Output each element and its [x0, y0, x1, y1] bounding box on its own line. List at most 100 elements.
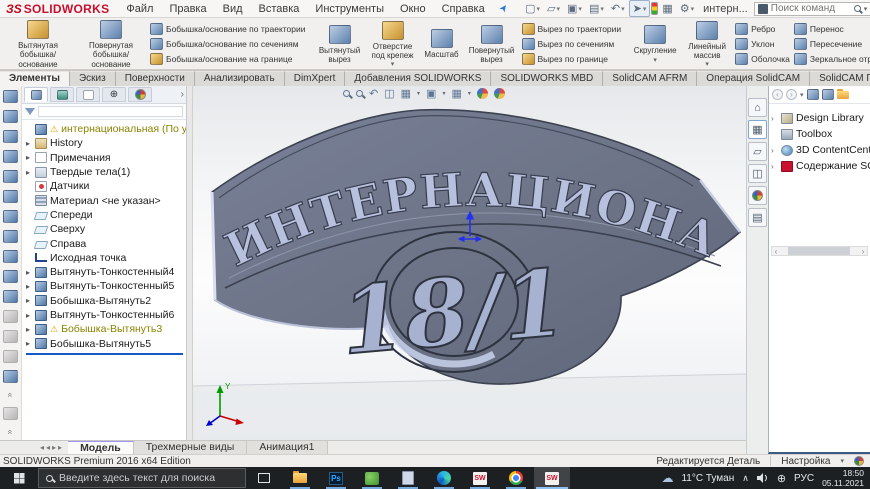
- tree-item-extrude-thin6[interactable]: ▸ Вытянуть-Тонкостенный6: [24, 308, 186, 322]
- panel-tabs-chevron-icon[interactable]: ›: [181, 89, 184, 100]
- boundary-cut-button[interactable]: Вырез по границе: [522, 53, 622, 65]
- taskbar-search-box[interactable]: [38, 468, 246, 488]
- tab-displaymanager[interactable]: [128, 87, 152, 102]
- boundary-boss-strip-icon[interactable]: [3, 170, 18, 183]
- tree-item-boss-extrude3[interactable]: ▸ ⚠ Бобышка-Вытянуть3: [24, 322, 186, 336]
- configuration-dropdown-icon[interactable]: ▾: [840, 457, 844, 465]
- move-button[interactable]: Перенос: [794, 23, 870, 35]
- tab-solidcam-afrm[interactable]: SolidCAM AFRM: [603, 71, 697, 86]
- rib-button[interactable]: Ребро: [735, 23, 790, 35]
- design-library-tab-icon[interactable]: ▦: [748, 120, 767, 139]
- first-tab-icon[interactable]: ◂: [40, 443, 44, 452]
- expand-arrow-icon[interactable]: ▸: [24, 168, 32, 177]
- expand-arrow-icon[interactable]: ▸: [24, 153, 32, 162]
- tree-item-extrude-thin4[interactable]: ▸ Вытянуть-Тонкостенный4: [24, 265, 186, 279]
- tab-solidcam-operation[interactable]: Операция SolidCAM: [697, 71, 810, 86]
- tab-animation1[interactable]: Анимация1: [247, 441, 327, 454]
- tab-configurationmanager[interactable]: [76, 87, 100, 102]
- taskpane-item-toolbox[interactable]: Toolbox: [771, 126, 870, 142]
- rollback-bar[interactable]: [26, 353, 183, 355]
- tab-sketch[interactable]: Эскиз: [70, 71, 116, 86]
- expand-icon[interactable]: ›: [771, 146, 778, 155]
- tab-propertymanager[interactable]: [50, 87, 74, 102]
- create-folder-icon[interactable]: [837, 91, 849, 99]
- tab-dimxpertmanager[interactable]: ⊕: [102, 87, 126, 102]
- menu-help[interactable]: Справка: [435, 1, 492, 17]
- revolved-boss-button[interactable]: Повернутая бобышка/основание: [74, 18, 148, 69]
- tab-scroll-buttons[interactable]: ◂ ◂ ▸ ▸: [0, 441, 68, 454]
- expand-arrow-icon[interactable]: ▸: [24, 339, 32, 348]
- hole-wizard-dropdown-icon[interactable]: ▾: [391, 60, 395, 68]
- show-hidden-icons[interactable]: ∧: [742, 473, 749, 484]
- display-style-icon[interactable]: ▣: [426, 87, 436, 100]
- tab-solidcam-transitions[interactable]: SolidCAM Переходы: [810, 71, 870, 86]
- strip-collapse-icon[interactable]: «: [5, 392, 15, 397]
- expand-arrow-icon[interactable]: ▸: [24, 282, 32, 291]
- menu-view[interactable]: Вид: [216, 1, 250, 17]
- kompas-button[interactable]: [354, 467, 390, 489]
- horizontal-scrollbar[interactable]: ‹ ›: [771, 246, 868, 256]
- expand-arrow-icon[interactable]: ▸: [24, 268, 32, 277]
- nav-dropdown-icon[interactable]: ▾: [800, 91, 804, 99]
- extruded-boss-button[interactable]: Вытянутая бобышка/основание: [2, 18, 74, 69]
- solidworks-button-active[interactable]: SW: [534, 467, 570, 489]
- options-list-button[interactable]: ▦: [659, 1, 675, 16]
- draft-strip-icon[interactable]: [3, 250, 18, 263]
- tree-item-material[interactable]: Материал <не указан>: [24, 193, 186, 207]
- feature-filter-input[interactable]: [38, 106, 183, 117]
- extruded-cut-button[interactable]: Вытянутый вырез: [314, 23, 366, 64]
- tab-dimxpert[interactable]: DimXpert: [285, 71, 346, 86]
- expand-icon[interactable]: ›: [771, 114, 778, 123]
- draft-button[interactable]: Уклон: [735, 38, 790, 50]
- revolved-boss-strip-icon[interactable]: [3, 110, 18, 123]
- weather-text[interactable]: 11°C Туман: [681, 473, 734, 484]
- tab-addins[interactable]: Добавления SOLIDWORKS: [345, 71, 491, 86]
- hide-show-items-icon[interactable]: ▦: [451, 87, 461, 100]
- last-tab-icon[interactable]: ▸: [58, 443, 62, 452]
- start-button[interactable]: [0, 467, 38, 489]
- expand-icon[interactable]: ›: [771, 162, 778, 171]
- forward-icon[interactable]: ›: [786, 89, 797, 100]
- mirror-button[interactable]: Зеркальное отражение: [794, 53, 870, 65]
- clock[interactable]: 18:50 05.11.2021: [822, 468, 864, 488]
- zoom-area-icon[interactable]: [356, 90, 363, 97]
- apply-scene-icon[interactable]: [494, 88, 505, 99]
- tab-model[interactable]: Модель: [68, 441, 134, 454]
- graphics-viewport[interactable]: ↶ ◫ ▦▾ ▣▾ ▦▾: [193, 86, 746, 440]
- taskbar-search-input[interactable]: [59, 472, 219, 484]
- shell-strip-icon[interactable]: [3, 290, 18, 303]
- tree-root[interactable]: ⚠ интернациональная (По умолчани: [24, 122, 186, 136]
- menu-edit[interactable]: Правка: [162, 1, 213, 17]
- print-button[interactable]: ▤▾: [586, 1, 607, 16]
- file-explorer-tab-icon[interactable]: ▱: [748, 142, 767, 161]
- delete-face-strip-icon[interactable]: [3, 270, 18, 283]
- back-icon[interactable]: ‹: [772, 89, 783, 100]
- tree-item-boss-extrude5[interactable]: ▸ Бобышка-Вытянуть5: [24, 336, 186, 350]
- tab-features[interactable]: Элементы: [0, 71, 70, 86]
- expand-arrow-icon[interactable]: ▸: [24, 311, 32, 320]
- appearances-tab-icon[interactable]: [748, 186, 767, 205]
- file-explorer-button[interactable]: [282, 467, 318, 489]
- expand-arrow-icon[interactable]: ▸: [24, 325, 32, 334]
- rebuild-traffic-light-icon[interactable]: [651, 2, 658, 15]
- task-view-button[interactable]: [246, 467, 282, 489]
- open-document-button[interactable]: ▱▾: [544, 1, 563, 16]
- linear-pattern-button[interactable]: Линейный массив ▾: [681, 19, 733, 68]
- lofted-boss-button[interactable]: Бобышка/основание по сечениям: [150, 38, 306, 50]
- taskpane-item-design-library[interactable]: › Design Library: [771, 110, 870, 126]
- calculator-button[interactable]: [390, 467, 426, 489]
- intersect-strip-icon[interactable]: [3, 370, 18, 383]
- lofted-boss-strip-icon[interactable]: [3, 150, 18, 163]
- wrap-strip-icon[interactable]: [3, 230, 18, 243]
- tree-item-extrude-thin5[interactable]: ▸ Вытянуть-Тонкостенный5: [24, 279, 186, 293]
- hole-wizard-button[interactable]: Отверстие под крепеж ▾: [366, 19, 420, 68]
- reference-plane-strip-icon[interactable]: [3, 190, 18, 203]
- tree-item-annotations[interactable]: ▸ Примечания: [24, 151, 186, 165]
- edit-appearance-icon[interactable]: [477, 88, 488, 99]
- tree-item-solid-bodies[interactable]: ▸ Твердые тела(1): [24, 165, 186, 179]
- strip-collapse-icon-2[interactable]: «: [5, 429, 15, 434]
- pin-menu-icon[interactable]: ➤: [497, 2, 511, 15]
- fillet-button[interactable]: Скругление ▾: [629, 23, 681, 63]
- scroll-right-icon[interactable]: ›: [859, 247, 867, 256]
- linear-pattern-dropdown-icon[interactable]: ▾: [705, 60, 709, 68]
